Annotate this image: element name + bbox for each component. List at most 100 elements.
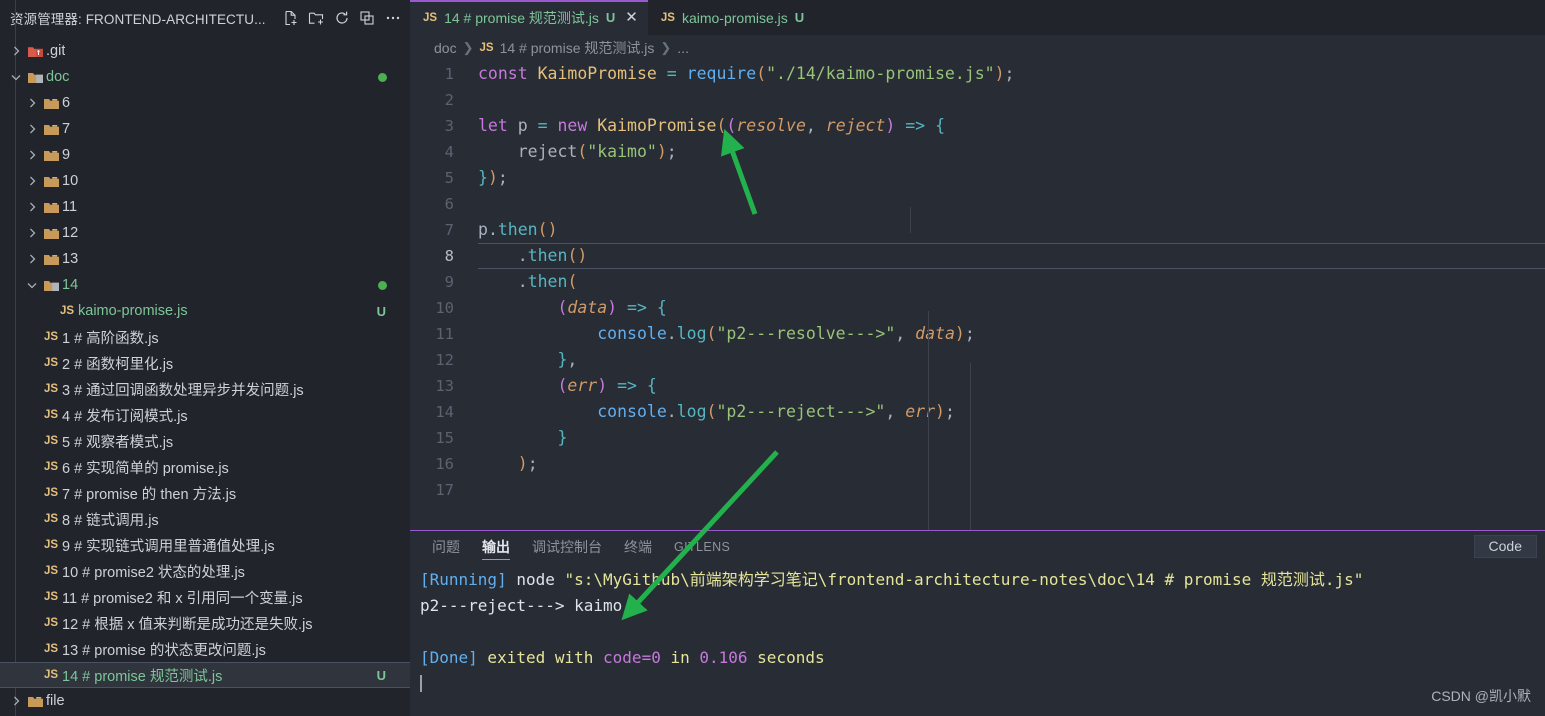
js-file-icon: JS xyxy=(43,461,59,473)
code-line[interactable]: 4 reject("kaimo"); xyxy=(410,139,1545,165)
code-line[interactable]: 9 .then( xyxy=(410,269,1545,295)
line-number: 2 xyxy=(444,91,454,109)
tree-item-label: .git xyxy=(46,43,66,59)
chevron-right-icon[interactable] xyxy=(24,200,40,214)
code-line[interactable]: 15 } xyxy=(410,425,1545,451)
output-line: p2---reject---> kaimo xyxy=(420,596,623,615)
tree-file-row[interactable]: JS 10 # promise2 状态的处理.js xyxy=(0,558,410,584)
code-line[interactable]: 1 const KaimoPromise = require("./14/kaim… xyxy=(410,61,1545,87)
tree-folder-row[interactable]: file xyxy=(0,688,410,714)
code-line[interactable]: 12 }, xyxy=(410,347,1545,373)
code-line[interactable]: 7 p.then() xyxy=(410,217,1545,243)
git-status-badge: U xyxy=(605,10,616,25)
panel-tab[interactable]: 输出 xyxy=(482,531,510,563)
new-folder-icon[interactable] xyxy=(308,10,325,26)
output-line: [Done] exited with code=0 in 0.106 secon… xyxy=(420,648,825,667)
chevron-down-icon[interactable] xyxy=(8,70,24,84)
chevron-right-icon[interactable] xyxy=(24,174,40,188)
code-editor[interactable]: 1 const KaimoPromise = require("./14/kaim… xyxy=(410,61,1545,530)
editor-tab[interactable]: JS kaimo-promise.js U xyxy=(648,0,814,35)
refresh-icon[interactable] xyxy=(334,10,350,26)
js-file-icon: JS xyxy=(43,565,59,577)
code-line[interactable]: 16 ); xyxy=(410,451,1545,477)
tree-folder-row[interactable]: 11 xyxy=(0,194,410,220)
panel-tab[interactable]: 终端 xyxy=(624,531,652,563)
code-line[interactable]: 10 (data) => { xyxy=(410,295,1545,321)
chevron-right-icon[interactable] xyxy=(24,252,40,266)
folder-icon xyxy=(40,278,62,293)
folder-icon xyxy=(40,96,62,111)
tree-item-label: 6 xyxy=(62,95,71,111)
code-line[interactable]: 5}); xyxy=(410,165,1545,191)
tree-file-row[interactable]: JS 12 # 根据 x 值来判断是成功还是失败.js xyxy=(0,610,410,636)
chevron-right-icon[interactable] xyxy=(24,96,40,110)
line-content: console.log("p2---reject--->", err); xyxy=(597,402,955,421)
code-line[interactable]: 8 .then() xyxy=(410,243,1545,269)
chevron-right-icon[interactable] xyxy=(24,226,40,240)
tree-file-row[interactable]: JS 14 # promise 规范测试.js U xyxy=(0,662,410,688)
line-number: 6 xyxy=(444,195,454,213)
tree-file-row[interactable]: JS 13 # promise 的状态更改问题.js xyxy=(0,636,410,662)
tree-file-row[interactable]: JS 11 # promise2 和 x 引用同一个变量.js xyxy=(0,584,410,610)
code-line[interactable]: 17 xyxy=(410,477,1545,503)
tree-file-row[interactable]: JS 7 # promise 的 then 方法.js xyxy=(0,480,410,506)
chevron-right-icon[interactable] xyxy=(24,122,40,136)
breadcrumb-file[interactable]: 14 # promise 规范测试.js xyxy=(500,38,655,58)
tree-file-row[interactable]: JS 5 # 观察者模式.js xyxy=(0,428,410,454)
tree-file-row[interactable]: JS 2 # 函数柯里化.js xyxy=(0,350,410,376)
js-file-icon: JS xyxy=(43,487,59,499)
chevron-right-icon[interactable] xyxy=(8,694,24,708)
collapse-all-icon[interactable] xyxy=(359,10,375,26)
tree-folder-row[interactable]: doc xyxy=(0,64,410,90)
breadcrumb-root[interactable]: doc xyxy=(434,40,457,56)
tree-file-row[interactable]: JS kaimo-promise.js U xyxy=(0,298,410,324)
new-file-icon[interactable] xyxy=(283,10,299,26)
chevron-right-icon[interactable] xyxy=(24,148,40,162)
code-line[interactable]: 14 console.log("p2---reject--->", err); xyxy=(410,399,1545,425)
tree-file-row[interactable]: JS 8 # 链式调用.js xyxy=(0,506,410,532)
panel-tab[interactable]: 调试控制台 xyxy=(532,531,602,563)
folder-icon xyxy=(24,70,46,85)
line-number: 17 xyxy=(435,481,454,499)
js-file-icon: JS xyxy=(479,42,494,54)
tree-folder-row[interactable]: 14 xyxy=(0,272,410,298)
csdn-watermark: CSDN @凯小默 xyxy=(1431,688,1531,704)
line-number: 3 xyxy=(444,117,454,135)
code-line[interactable]: 11 console.log("p2---resolve--->", data)… xyxy=(410,321,1545,347)
chevron-right-icon[interactable] xyxy=(8,44,24,58)
line-content: p.then() xyxy=(478,220,558,239)
tree-folder-row[interactable]: 6 xyxy=(0,90,410,116)
code-line[interactable]: 2 xyxy=(410,87,1545,113)
tree-file-row[interactable]: JS 9 # 实现链式调用里普通值处理.js xyxy=(0,532,410,558)
chevron-down-icon[interactable] xyxy=(24,278,40,292)
code-line[interactable]: 3 let p = new KaimoPromise((resolve, reje… xyxy=(410,113,1545,139)
tree-folder-row[interactable]: 7 xyxy=(0,116,410,142)
tree-folder-row[interactable]: 10 xyxy=(0,168,410,194)
tree-item-label: 13 xyxy=(62,251,79,267)
line-number: 1 xyxy=(444,65,454,83)
editor-tab-label: 14 # promise 规范测试.js xyxy=(444,9,599,26)
line-content: (data) => { xyxy=(557,298,667,317)
tree-folder-row[interactable]: 12 xyxy=(0,220,410,246)
code-line[interactable]: 13 (err) => { xyxy=(410,373,1545,399)
tree-file-row[interactable]: JS 3 # 通过回调函数处理异步并发问题.js xyxy=(0,376,410,402)
panel-tab[interactable]: GITLENS xyxy=(674,531,730,563)
tree-item-label: 1 # 高阶函数.js xyxy=(62,330,159,347)
tree-file-row[interactable]: JS 6 # 实现简单的 promise.js xyxy=(0,454,410,480)
line-number: 10 xyxy=(435,299,454,317)
code-line[interactable]: 6 xyxy=(410,191,1545,217)
panel-tab[interactable]: 问题 xyxy=(432,531,460,563)
tree-folder-row[interactable]: 13 xyxy=(0,246,410,272)
output-source-select[interactable]: Code xyxy=(1473,535,1537,558)
tree-folder-row[interactable]: 9 xyxy=(0,142,410,168)
output-console: [Running] node "s:\MyGithub\前端架构学习笔记\fro… xyxy=(410,563,1545,697)
tree-file-row[interactable]: JS 4 # 发布订阅模式.js xyxy=(0,402,410,428)
close-icon[interactable]: ✕ xyxy=(625,10,638,25)
js-file-icon: JS xyxy=(423,11,438,24)
breadcrumb-tail[interactable]: ... xyxy=(677,40,689,56)
more-actions-icon[interactable] xyxy=(384,10,402,26)
editor-tab[interactable]: JS 14 # promise 规范测试.js U ✕ xyxy=(410,0,648,35)
tree-folder-row[interactable]: .git xyxy=(0,38,410,64)
tree-file-row[interactable]: JS 1 # 高阶函数.js xyxy=(0,324,410,350)
